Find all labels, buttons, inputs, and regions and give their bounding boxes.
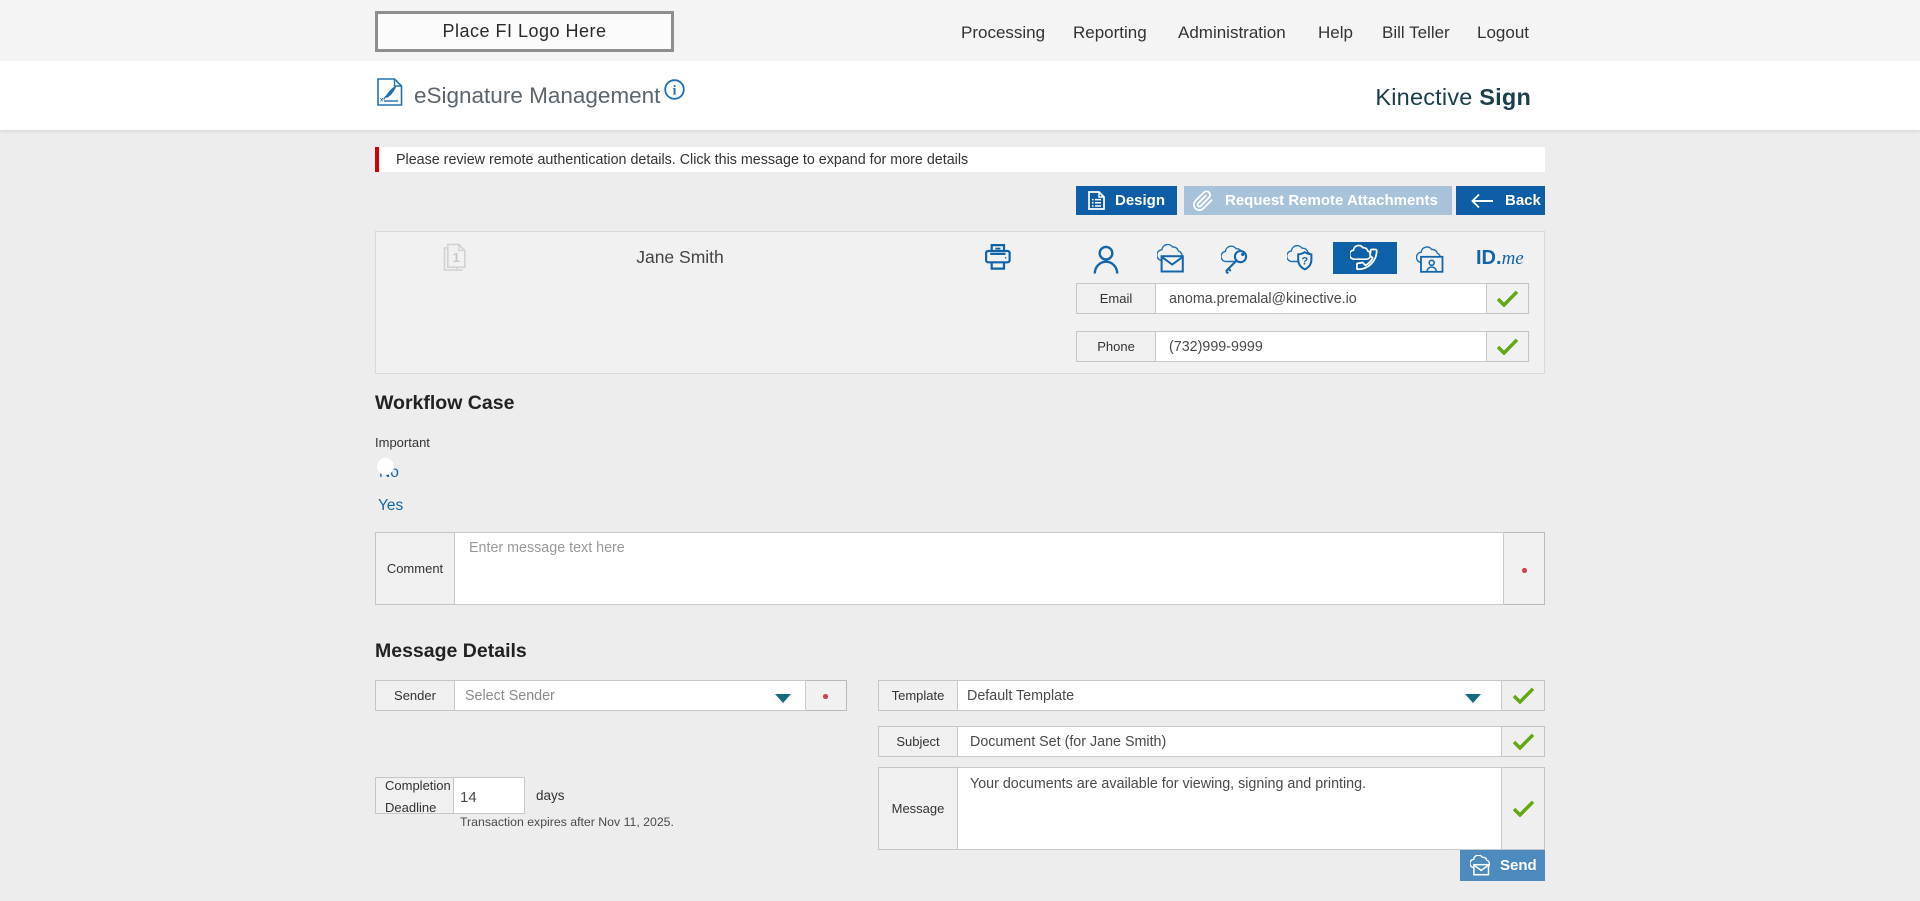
svg-text:i: i bbox=[673, 83, 677, 98]
svg-text:x: x bbox=[380, 98, 384, 104]
svg-text:1: 1 bbox=[453, 250, 460, 265]
svg-text:?: ? bbox=[1301, 256, 1308, 268]
